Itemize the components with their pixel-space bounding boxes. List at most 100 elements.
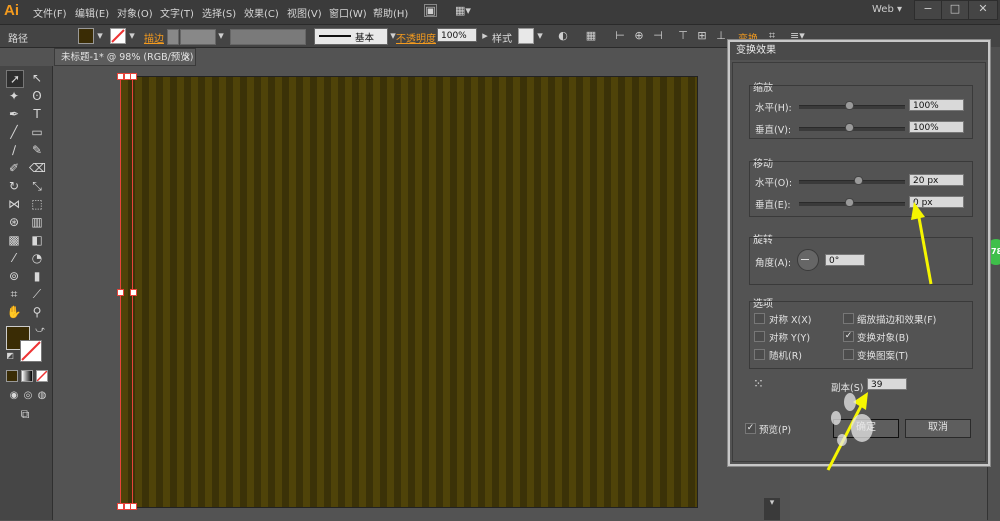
free-transform-tool-icon[interactable]: ⬚ bbox=[29, 196, 45, 212]
menu-type[interactable]: 文字(T) bbox=[160, 5, 194, 20]
reflect-y-checkbox[interactable] bbox=[754, 331, 765, 342]
stroke-weight-dropdown-icon[interactable]: ▾ bbox=[214, 29, 228, 43]
align-to-icon[interactable]: ▦ bbox=[584, 29, 598, 43]
copies-field[interactable]: 39 bbox=[867, 378, 907, 390]
eraser-tool-icon[interactable]: ⌫ bbox=[29, 160, 46, 176]
transform-patterns-checkbox[interactable] bbox=[843, 349, 854, 360]
close-button[interactable]: ✕ bbox=[968, 0, 998, 20]
perspective-grid-tool-icon[interactable]: ▥ bbox=[29, 214, 45, 230]
opacity-field[interactable]: 100% bbox=[437, 28, 477, 42]
scale-vertical-knob[interactable] bbox=[845, 123, 854, 132]
stroke-label[interactable]: 描边 bbox=[144, 30, 164, 45]
fill-dropdown-icon[interactable]: ▾ bbox=[93, 29, 107, 43]
selection-handle[interactable] bbox=[117, 289, 124, 296]
move-horizontal-field[interactable]: 20 px bbox=[909, 174, 964, 186]
rotate-tool-icon[interactable]: ↻ bbox=[6, 178, 22, 194]
rectangle-tool-icon[interactable]: ▭ bbox=[29, 124, 45, 140]
blend-tool-icon[interactable]: ◔ bbox=[29, 250, 45, 266]
stroke-dropdown-icon[interactable]: ▾ bbox=[125, 29, 139, 43]
move-vertical-knob[interactable] bbox=[845, 198, 854, 207]
gradient-tool-icon[interactable]: ◧ bbox=[29, 232, 45, 248]
menu-help[interactable]: 帮助(H) bbox=[373, 5, 408, 20]
zoom-tool-icon[interactable]: ⚲ bbox=[29, 304, 45, 320]
opacity-dropdown-icon[interactable]: ▸ bbox=[478, 29, 492, 43]
screen-mode-icon[interactable]: ⧉ bbox=[17, 406, 33, 422]
brush-definition-select[interactable]: 基本 bbox=[314, 28, 388, 45]
swap-fill-stroke-icon[interactable]: ⤻ bbox=[32, 322, 48, 338]
cancel-button[interactable]: 取消 bbox=[905, 419, 971, 438]
scale-horizontal-knob[interactable] bbox=[845, 101, 854, 110]
align-left-icon[interactable]: ⊢ bbox=[613, 29, 627, 43]
width-tool-icon[interactable]: ⋈ bbox=[6, 196, 22, 212]
artboard[interactable] bbox=[120, 76, 698, 508]
default-colors-icon[interactable]: ◩ bbox=[2, 348, 18, 364]
variable-width-profile[interactable] bbox=[230, 29, 306, 45]
pencil-tool-icon[interactable]: ✎ bbox=[29, 142, 45, 158]
hand-tool-icon[interactable]: ✋ bbox=[6, 304, 22, 320]
angle-field[interactable]: 0° bbox=[825, 254, 865, 266]
arrange-documents-icon[interactable]: ▦▾ bbox=[455, 4, 471, 18]
random-checkbox[interactable] bbox=[754, 349, 765, 360]
align-top-icon[interactable]: ⊤ bbox=[676, 29, 690, 43]
fill-swatch[interactable] bbox=[78, 28, 94, 44]
reference-point-icon[interactable]: ⁙ bbox=[753, 378, 767, 392]
selection-handle[interactable] bbox=[130, 503, 137, 510]
shape-builder-tool-icon[interactable]: ⊛ bbox=[6, 214, 22, 230]
opacity-label[interactable]: 不透明度 bbox=[396, 30, 436, 45]
angle-dial[interactable] bbox=[797, 249, 819, 271]
move-vertical-field[interactable]: 0 px bbox=[909, 196, 964, 208]
artboard-tool-icon[interactable]: ⌗ bbox=[6, 286, 22, 302]
slice-tool-icon[interactable]: ⟋ bbox=[29, 286, 45, 302]
menu-object[interactable]: 对象(O) bbox=[117, 5, 153, 20]
draw-inside-icon[interactable]: ◍ bbox=[34, 388, 50, 404]
workspace-switcher[interactable]: Web ▾ bbox=[872, 4, 902, 15]
stroke-swatch[interactable] bbox=[110, 28, 126, 44]
selection-handle[interactable] bbox=[130, 73, 137, 80]
menu-select[interactable]: 选择(S) bbox=[202, 5, 236, 20]
scroll-down-icon[interactable]: ▾ bbox=[764, 498, 780, 520]
menu-effect[interactable]: 效果(C) bbox=[244, 5, 279, 20]
document-tab[interactable]: 未标题-1* @ 98% (RGB/预览) × bbox=[54, 48, 196, 66]
stroke-color-box[interactable] bbox=[20, 340, 42, 362]
gradient-mode-icon[interactable] bbox=[21, 370, 33, 382]
align-bottom-icon[interactable]: ⊥ bbox=[714, 29, 728, 43]
direct-selection-tool-icon[interactable]: ↖ bbox=[29, 70, 45, 86]
move-horizontal-knob[interactable] bbox=[854, 176, 863, 185]
menu-window[interactable]: 窗口(W) bbox=[329, 5, 367, 20]
menu-file[interactable]: 文件(F) bbox=[33, 5, 67, 20]
selection-handle[interactable] bbox=[117, 73, 124, 80]
recolor-artwork-icon[interactable]: ◐ bbox=[556, 29, 570, 43]
mesh-tool-icon[interactable]: ▩ bbox=[6, 232, 22, 248]
stroke-weight-field[interactable] bbox=[180, 29, 216, 45]
preview-checkbox[interactable]: ✓ bbox=[745, 423, 756, 434]
paintbrush-tool-icon[interactable]: ∕ bbox=[6, 142, 22, 158]
tab-close-icon[interactable]: × bbox=[183, 49, 191, 67]
lasso-tool-icon[interactable]: ʘ bbox=[29, 88, 45, 104]
symbol-sprayer-tool-icon[interactable]: ⊚ bbox=[6, 268, 22, 284]
style-dropdown-icon[interactable]: ▾ bbox=[533, 29, 547, 43]
minimize-button[interactable]: − bbox=[914, 0, 942, 20]
ok-button[interactable]: 确定 bbox=[833, 419, 899, 438]
maximize-button[interactable]: □ bbox=[941, 0, 969, 20]
bridge-icon[interactable]: ▣ bbox=[424, 4, 437, 17]
selection-tool-icon[interactable]: ➚ bbox=[6, 70, 24, 88]
transform-objects-checkbox[interactable]: ✓ bbox=[843, 331, 854, 342]
column-graph-tool-icon[interactable]: ▮ bbox=[29, 268, 45, 284]
line-tool-icon[interactable]: ╱ bbox=[6, 124, 22, 140]
align-center-icon[interactable]: ⊕ bbox=[632, 29, 646, 43]
stroke-weight-stepper[interactable] bbox=[167, 29, 179, 45]
magic-wand-tool-icon[interactable]: ✦ bbox=[6, 88, 22, 104]
color-mode-icon[interactable] bbox=[6, 370, 18, 382]
align-middle-icon[interactable]: ⊞ bbox=[695, 29, 709, 43]
eyedropper-tool-icon[interactable]: ⁄ bbox=[6, 250, 22, 266]
none-mode-icon[interactable] bbox=[36, 370, 48, 382]
align-right-icon[interactable]: ⊣ bbox=[651, 29, 665, 43]
move-horizontal-slider[interactable] bbox=[799, 180, 905, 184]
blob-brush-tool-icon[interactable]: ✐ bbox=[6, 160, 22, 176]
scale-horizontal-field[interactable]: 100% bbox=[909, 99, 964, 111]
scale-tool-icon[interactable]: ⤡ bbox=[29, 178, 45, 194]
menu-edit[interactable]: 编辑(E) bbox=[75, 5, 109, 20]
graphic-style-swatch[interactable] bbox=[518, 28, 534, 44]
selection-handle[interactable] bbox=[130, 289, 137, 296]
pen-tool-icon[interactable]: ✒ bbox=[6, 106, 22, 122]
